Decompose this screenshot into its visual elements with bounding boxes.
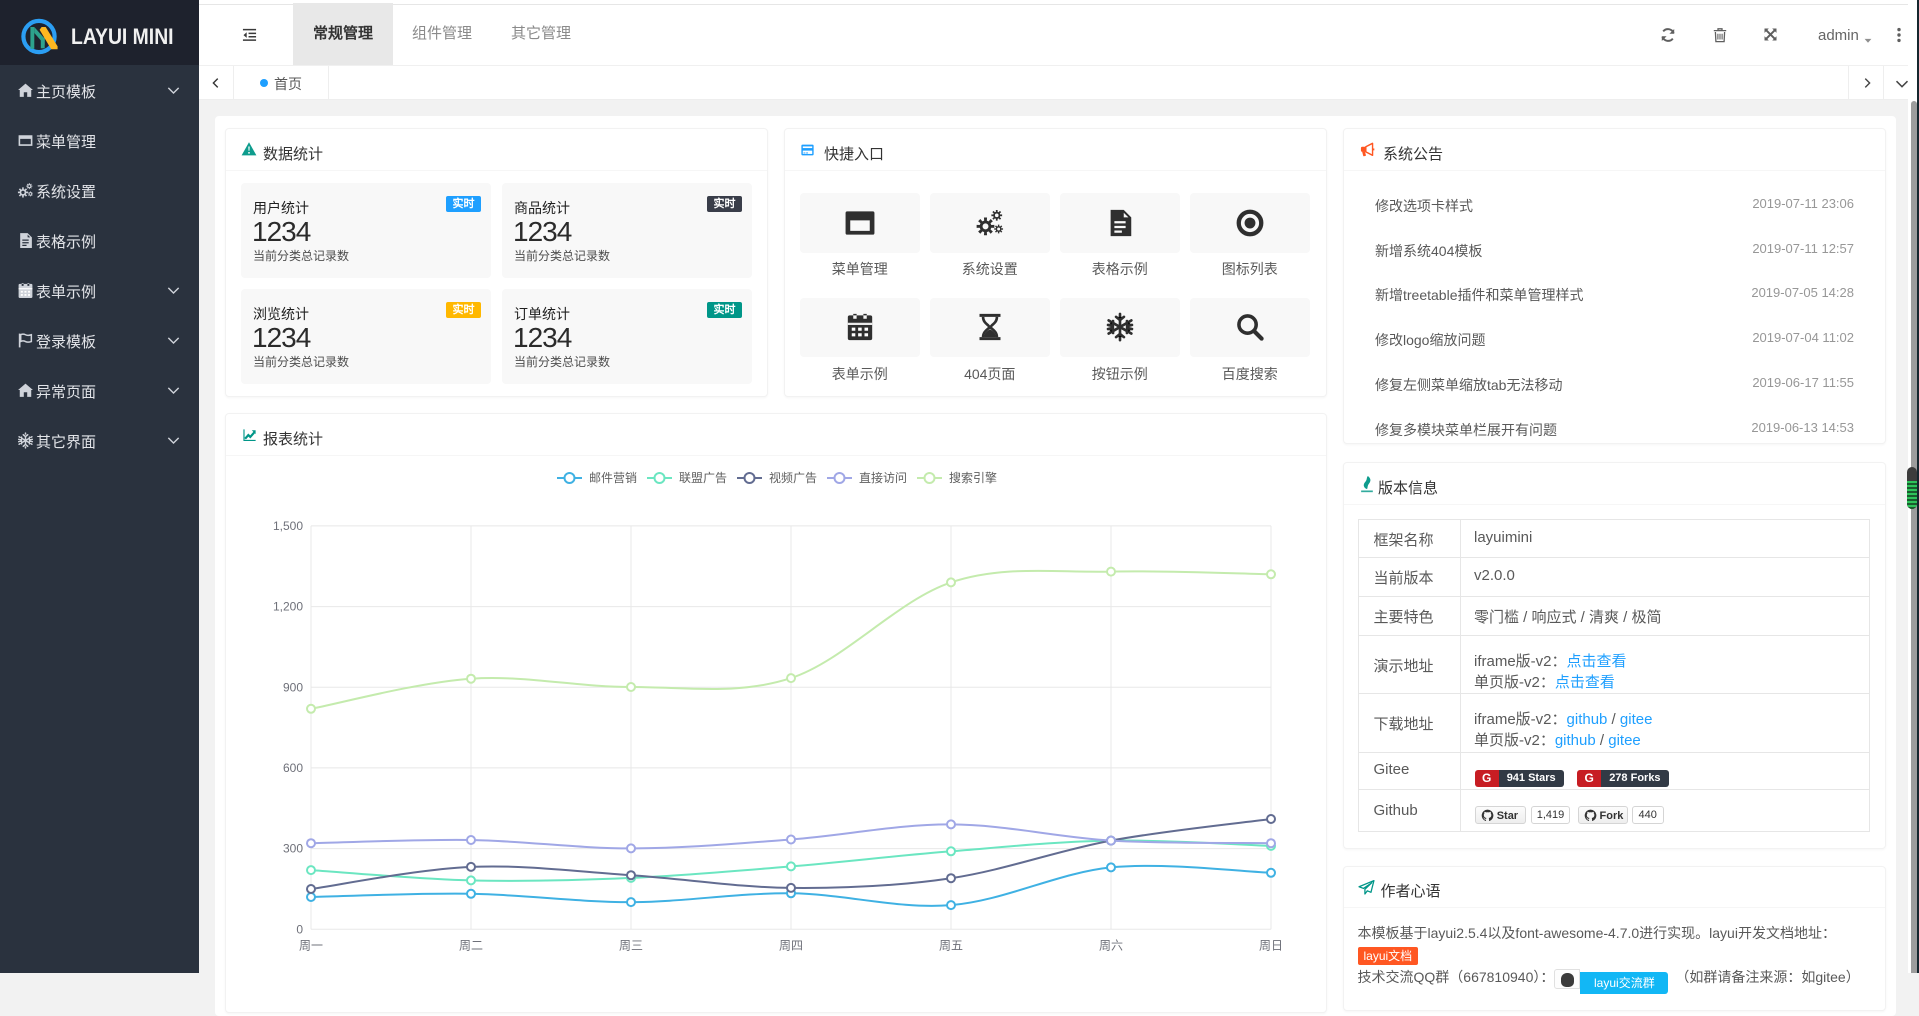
svg-text:周四: 周四 (779, 938, 803, 952)
svg-text:300: 300 (283, 842, 303, 856)
svg-text:1,200: 1,200 (273, 600, 303, 614)
svg-text:周五: 周五 (939, 938, 963, 952)
svg-text:邮件营销: 邮件营销 (589, 471, 637, 485)
svg-text:600: 600 (283, 761, 303, 775)
svg-text:搜索引擎: 搜索引擎 (949, 470, 997, 485)
svg-text:0: 0 (296, 922, 303, 936)
svg-text:联盟广告: 联盟广告 (679, 471, 727, 485)
svg-text:900: 900 (283, 680, 303, 694)
svg-text:周一: 周一 (299, 938, 323, 952)
svg-text:直接访问: 直接访问 (859, 470, 907, 485)
svg-text:周六: 周六 (1099, 938, 1123, 952)
svg-text:周三: 周三 (619, 938, 643, 952)
svg-text:视频广告: 视频广告 (769, 470, 817, 485)
svg-text:周日: 周日 (1259, 938, 1283, 952)
svg-text:1,500: 1,500 (273, 519, 303, 533)
svg-text:周二: 周二 (459, 938, 483, 952)
